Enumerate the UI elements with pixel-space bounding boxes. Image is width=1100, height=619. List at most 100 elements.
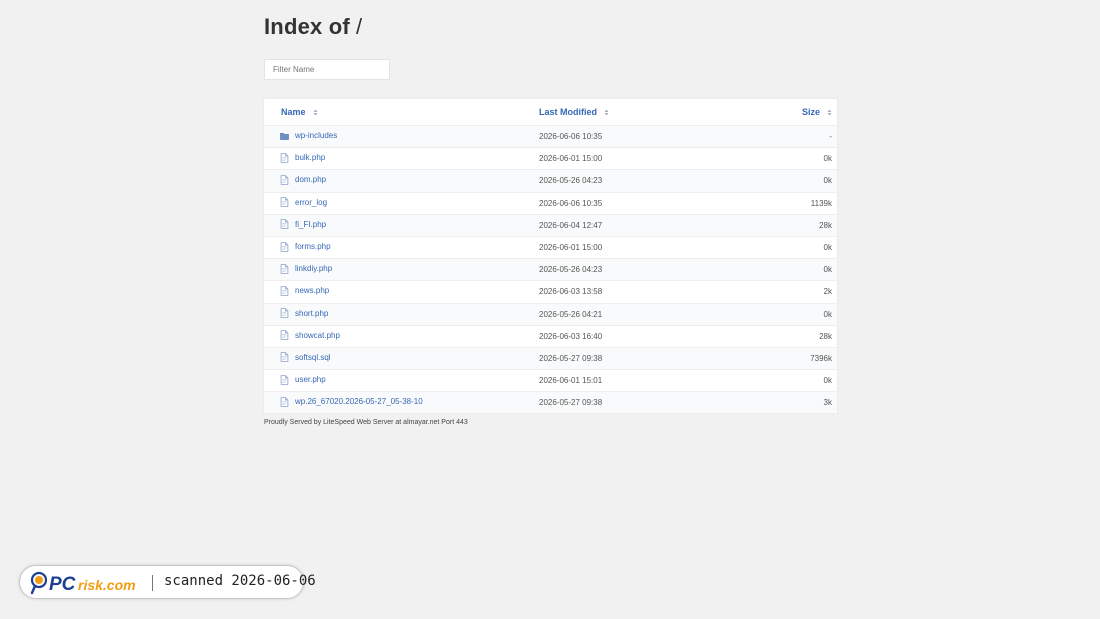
file-name-text: linkdiy.php: [295, 264, 333, 274]
file-icon: [280, 197, 289, 207]
table-row: forms.php 2026-06-01 15:00 0k: [264, 236, 837, 260]
file-name-cell: error_log: [264, 192, 539, 215]
last-modified-cell: 2026-06-03 16:40: [539, 325, 769, 348]
file-icon: [280, 308, 289, 318]
last-modified-header-label: Last Modified: [539, 107, 597, 117]
file-name-text: forms.php: [295, 242, 331, 252]
file-link[interactable]: news.php: [280, 286, 329, 296]
file-name-text: softsql.sql: [295, 352, 331, 362]
last-modified-cell: 2026-06-01 15:00: [539, 236, 769, 260]
file-link[interactable]: linkdiy.php: [280, 263, 333, 274]
size-cell: 3k: [769, 391, 837, 414]
last-modified-cell: 2026-06-06 10:35: [539, 125, 769, 149]
file-name-text: bulk.php: [295, 153, 326, 163]
file-name-text: dom.php: [295, 175, 327, 185]
file-link[interactable]: dom.php: [280, 175, 326, 185]
file-name-cell: short.php: [264, 303, 539, 326]
table-row: showcat.php 2026-06-03 16:40 28k: [264, 325, 837, 348]
file-link[interactable]: bulk.php: [280, 152, 326, 163]
file-link[interactable]: user.php: [280, 374, 326, 385]
sort-by-size-link[interactable]: Size: [802, 107, 832, 117]
sort-arrows-icon: [313, 109, 318, 116]
file-name-cell: linkdiy.php: [264, 258, 539, 282]
file-link[interactable]: softsql.sql: [280, 352, 331, 363]
sort-arrows-icon: [604, 109, 609, 116]
file-link[interactable]: error_log: [280, 197, 327, 207]
table-row: bulk.php 2026-06-01 15:00 0k: [264, 147, 837, 171]
file-icon: [280, 397, 289, 407]
size-cell: -: [769, 125, 837, 149]
file-icon: [280, 263, 289, 274]
file-link[interactable]: fi_FI.php: [280, 219, 327, 230]
file-icon: [280, 219, 289, 230]
file-name-cell: fi_FI.php: [264, 214, 539, 237]
file-name-cell: softsql.sql: [264, 347, 539, 371]
size-cell: 28k: [769, 214, 837, 237]
server-footer: Proudly Served by LiteSpeed Web Server a…: [264, 419, 468, 426]
svg-text:risk.com: risk.com: [78, 577, 136, 593]
scan-date-label: scanned 2026-06-06: [164, 573, 316, 589]
table-row: news.php 2026-06-03 13:58 2k: [264, 280, 837, 304]
size-header-label: Size: [801, 107, 820, 117]
file-table: Name Last Modified Size wp-includes 2026-…: [264, 99, 837, 414]
file-name-text: news.php: [295, 286, 330, 296]
last-modified-cell: 2026-06-06 10:35: [539, 192, 769, 215]
filter-name-input[interactable]: [264, 59, 390, 80]
size-cell: 1139k: [769, 192, 837, 215]
pcrisk-scan-badge: PC risk.com scanned 2026-06-06: [19, 565, 316, 599]
file-link[interactable]: wp.26_67020.2026-05-27_05-38-10: [280, 397, 423, 407]
page-title: Index of /: [264, 14, 362, 40]
last-modified-cell: 2026-06-01 15:00: [539, 147, 769, 171]
name-header-label: Name: [281, 107, 306, 117]
size-cell: 2k: [769, 280, 837, 304]
file-name-text: wp.26_67020.2026-05-27_05-38-10: [295, 397, 423, 407]
file-icon: [280, 152, 289, 163]
file-name-text: short.php: [295, 308, 329, 318]
file-link[interactable]: showcat.php: [280, 330, 340, 341]
size-cell: 0k: [769, 369, 837, 393]
file-icon: [280, 374, 289, 385]
file-name-cell: news.php: [264, 280, 539, 304]
file-name-text: user.php: [295, 375, 326, 385]
last-modified-cell: 2026-05-26 04:21: [539, 303, 769, 326]
last-modified-cell: 2026-05-27 09:38: [539, 347, 769, 371]
table-row: wp-includes 2026-06-06 10:35-: [264, 125, 837, 149]
file-icon: [280, 175, 289, 185]
pcrisk-logo: PC risk.com: [30, 571, 136, 595]
size-cell: 7396k: [769, 347, 837, 371]
file-name-text: showcat.php: [295, 330, 340, 340]
file-name-text: wp-includes: [295, 131, 338, 141]
file-icon: [280, 286, 289, 296]
table-row: softsql.sql 2026-05-27 09:38 7396k: [264, 347, 837, 371]
file-name-text: error_log: [295, 197, 328, 207]
file-icon: [280, 330, 289, 341]
file-link[interactable]: forms.php: [280, 241, 331, 252]
file-name-text: fi_FI.php: [295, 219, 327, 229]
last-modified-column-header[interactable]: Last Modified: [539, 99, 769, 126]
last-modified-cell: 2026-05-26 04:23: [539, 258, 769, 282]
size-cell: 28k: [769, 325, 837, 348]
table-row: linkdiy.php 2026-05-26 04:23 0k: [264, 258, 837, 282]
last-modified-cell: 2026-05-26 04:23: [539, 169, 769, 193]
folder-link[interactable]: wp-includes: [280, 131, 337, 141]
sort-arrows-icon: [827, 109, 832, 116]
table-row: fi_FI.php 2026-06-04 12:47 28k: [264, 214, 837, 237]
size-cell: 0k: [769, 303, 837, 326]
last-modified-cell: 2026-06-04 12:47: [539, 214, 769, 237]
badge-divider: [152, 575, 153, 591]
file-link[interactable]: short.php: [280, 308, 328, 318]
file-name-cell: forms.php: [264, 236, 539, 260]
table-row: short.php 2026-05-26 04:21 0k: [264, 303, 837, 326]
name-column-header[interactable]: Name: [264, 99, 539, 126]
file-name-cell: dom.php: [264, 169, 539, 193]
size-column-header[interactable]: Size: [769, 99, 837, 126]
size-cell: 0k: [769, 258, 837, 282]
file-table-body: wp-includes 2026-06-06 10:35- bulk.php 2026…: [264, 125, 837, 414]
table-row: user.php 2026-06-01 15:01 0k: [264, 369, 837, 393]
table-row: wp.26_67020.2026-05-27_05-38-10 2026-05-2…: [264, 391, 837, 414]
last-modified-cell: 2026-06-01 15:01: [539, 369, 769, 393]
sort-by-name-link[interactable]: Name: [281, 107, 318, 117]
table-row: error_log 2026-06-06 10:35 1139k: [264, 192, 837, 215]
sort-by-modified-link[interactable]: Last Modified: [539, 107, 609, 117]
file-name-cell: wp.26_67020.2026-05-27_05-38-10: [264, 391, 539, 414]
